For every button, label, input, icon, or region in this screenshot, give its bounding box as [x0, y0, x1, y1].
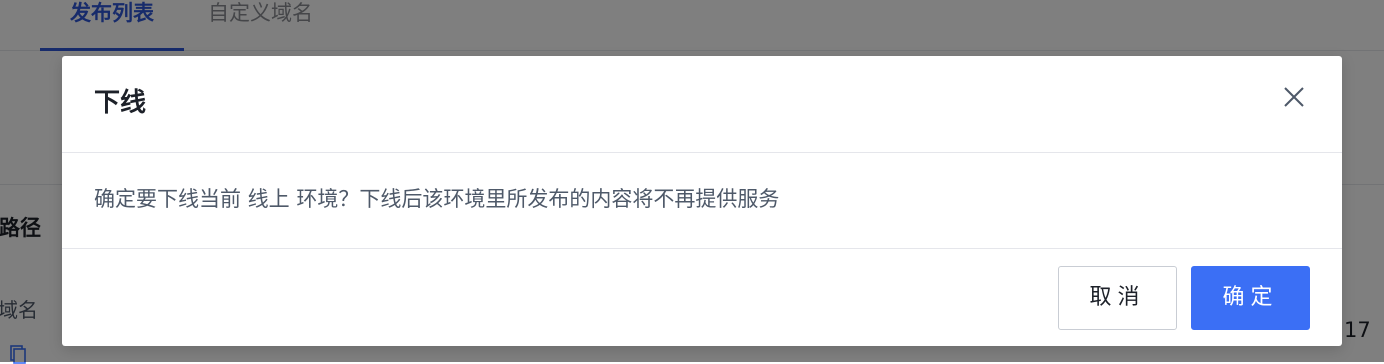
confirm-button[interactable]: 确定: [1191, 266, 1310, 330]
dialog-header: 下线: [62, 56, 1342, 153]
cancel-button[interactable]: 取消: [1058, 266, 1177, 330]
confirm-dialog: 下线 确定要下线当前 线上 环境？下线后该环境里所发布的内容将不再提供服务 取消…: [62, 56, 1342, 346]
close-button[interactable]: [1281, 84, 1307, 110]
dialog-message: 确定要下线当前 线上 环境？下线后该环境里所发布的内容将不再提供服务: [94, 187, 780, 211]
dialog-body: 确定要下线当前 线上 环境？下线后该环境里所发布的内容将不再提供服务: [62, 153, 1342, 249]
close-icon: [1284, 87, 1304, 107]
dialog-footer: 取消 确定: [62, 249, 1342, 346]
dialog-title: 下线: [94, 88, 147, 118]
